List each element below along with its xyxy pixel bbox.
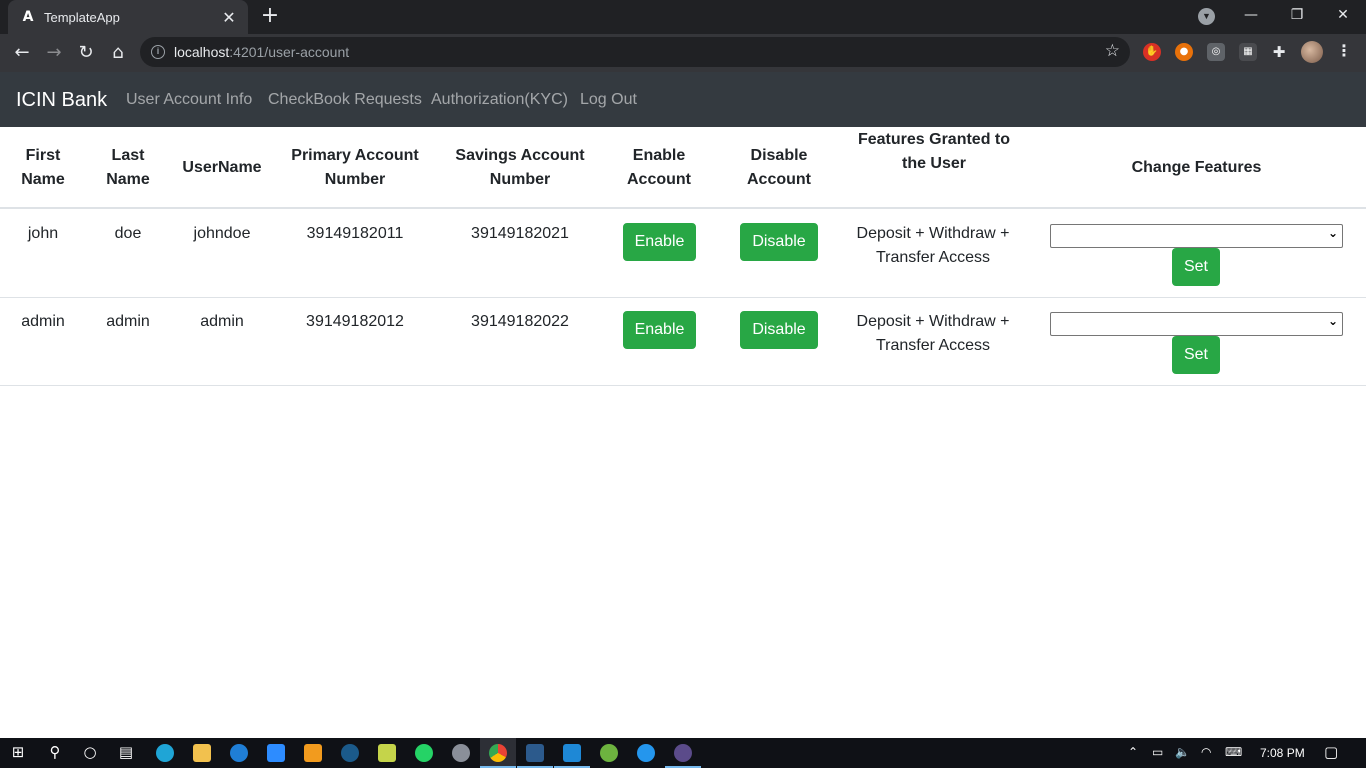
spring-tools-icon[interactable] <box>600 744 618 762</box>
nav-log-out[interactable]: Log Out <box>580 91 637 109</box>
notifications-icon[interactable]: ▢ <box>1324 743 1338 761</box>
header-primary-account: Primary Account Number <box>291 147 419 188</box>
search-icon[interactable]: ⚲ <box>44 743 66 761</box>
cell-savings-account: 39149182022 <box>471 313 569 330</box>
extension-icon[interactable]: ▦ <box>1239 43 1257 61</box>
extension-icon[interactable]: ● <box>1175 43 1193 61</box>
disable-button[interactable]: Disable <box>740 311 818 349</box>
set-button[interactable]: Set <box>1172 336 1220 374</box>
nav-checkbook-requests[interactable]: CheckBook Requests <box>268 91 422 109</box>
vscode-icon[interactable] <box>563 744 581 762</box>
cell-first-name: john <box>27 225 59 242</box>
adblock-extension-icon[interactable]: ✋ <box>1143 43 1161 61</box>
header-change-features: Change Features <box>1131 159 1262 176</box>
forward-icon[interactable]: → <box>42 41 66 65</box>
taskbar: ⊞ ⚲ ○ ▤ ⌃ ▭ 🔈 ◠ ⌨ 7:08 PM ▢ <box>0 738 1366 768</box>
header-features-granted: Features Granted to the User <box>857 131 1011 172</box>
edge-icon[interactable] <box>156 744 174 762</box>
table-row: john doe johndoe 39149182011 39149182021… <box>0 210 1366 298</box>
cortana-icon[interactable]: ○ <box>79 743 101 761</box>
features-select[interactable]: ⌄ <box>1050 224 1343 248</box>
home-icon[interactable]: ⌂ <box>106 41 130 65</box>
header-last-name: Last Name <box>106 147 150 188</box>
header-username: UserName <box>182 159 262 176</box>
tray-chevron-icon[interactable]: ⌃ <box>1128 745 1138 759</box>
new-tab-icon[interactable]: + <box>258 4 282 28</box>
url-text[interactable]: localhost:4201/user-account <box>174 44 349 60</box>
chevron-down-icon: ⌄ <box>1327 314 1338 328</box>
url-path: :4201/user-account <box>229 44 350 60</box>
brand[interactable]: ICIN Bank <box>16 89 107 112</box>
browser-tab[interactable]: A TemplateApp ✕ <box>8 0 248 34</box>
notepad-icon[interactable] <box>378 744 396 762</box>
cell-last-name: doe <box>114 225 142 242</box>
restore-icon[interactable]: ❐ <box>1274 0 1320 32</box>
chrome-icon[interactable] <box>489 744 507 762</box>
docker-icon[interactable] <box>637 744 655 762</box>
close-window-icon[interactable]: ✕ <box>1320 0 1366 32</box>
cell-primary-account: 39149182012 <box>306 313 404 330</box>
cell-primary-account: 39149182011 <box>306 225 404 242</box>
enable-button[interactable]: Enable <box>623 311 696 349</box>
chevron-down-icon: ⌄ <box>1327 226 1338 240</box>
keyboard-icon[interactable]: ⌨ <box>1225 745 1242 759</box>
cell-features: Deposit + Withdraw + Transfer Access <box>856 225 1010 266</box>
bookmark-star-icon[interactable]: ☆ <box>1105 41 1120 61</box>
browser-toolbar: ← → ↻ ⌂ i localhost:4201/user-account ☆ … <box>0 34 1366 72</box>
sublime-text-icon[interactable] <box>304 744 322 762</box>
cell-last-name: admin <box>106 313 150 330</box>
close-tab-icon[interactable]: ✕ <box>220 8 238 27</box>
back-icon[interactable]: ← <box>10 41 34 65</box>
cell-savings-account: 39149182021 <box>471 225 569 242</box>
extension-icon[interactable]: ◎ <box>1207 43 1225 61</box>
header-enable-account: Enable Account <box>627 147 691 188</box>
nav-authorization-kyc[interactable]: Authorization(KYC) <box>431 91 568 109</box>
cell-first-name: admin <box>21 313 65 330</box>
windows-start-icon[interactable]: ⊞ <box>7 743 29 761</box>
app-navbar: ICIN Bank User Account Info CheckBook Re… <box>0 72 1366 127</box>
tab-title: TemplateApp <box>44 9 120 25</box>
info-icon[interactable]: i <box>151 45 165 59</box>
taskbar-clock[interactable]: 7:08 PM <box>1260 746 1305 760</box>
angular-icon: A <box>22 9 34 25</box>
volume-icon[interactable]: 🔈 <box>1175 745 1190 759</box>
header-first-name: First Name <box>21 147 65 188</box>
mysql-workbench-icon[interactable] <box>526 744 544 762</box>
tab-search-icon[interactable]: ▼ <box>1198 8 1215 25</box>
url-host: localhost <box>174 44 230 60</box>
table-header: First Name Last Name UserName Primary Ac… <box>0 127 1366 209</box>
whatsapp-icon[interactable] <box>415 744 433 762</box>
puzzle-extensions-icon[interactable]: ✚ <box>1270 43 1288 61</box>
profile-avatar[interactable] <box>1301 41 1323 63</box>
steam-icon[interactable] <box>341 744 359 762</box>
address-bar[interactable]: i localhost:4201/user-account ☆ <box>140 37 1130 67</box>
nav-user-account-info[interactable]: User Account Info <box>126 91 252 109</box>
cell-username: admin <box>200 313 244 330</box>
battery-icon[interactable]: ▭ <box>1152 745 1163 759</box>
header-savings-account: Savings Account Number <box>455 147 585 188</box>
set-button[interactable]: Set <box>1172 248 1220 286</box>
cell-features: Deposit + Withdraw + Transfer Access <box>856 313 1010 354</box>
zoom-icon[interactable] <box>267 744 285 762</box>
browser-tab-strip: A TemplateApp ✕ + ▼ — ❐ ✕ <box>0 0 1366 34</box>
wifi-icon[interactable]: ◠ <box>1201 745 1211 759</box>
enable-button[interactable]: Enable <box>623 223 696 261</box>
minimize-icon[interactable]: — <box>1228 0 1274 32</box>
internet-explorer-icon[interactable] <box>230 744 248 762</box>
file-explorer-icon[interactable] <box>193 744 211 762</box>
reload-icon[interactable]: ↻ <box>74 41 98 65</box>
features-select[interactable]: ⌄ <box>1050 312 1343 336</box>
table-row: admin admin admin 39149182012 3914918202… <box>0 298 1366 386</box>
task-view-icon[interactable]: ▤ <box>115 743 137 761</box>
disable-button[interactable]: Disable <box>740 223 818 261</box>
browser-menu-icon[interactable]: ⋮ <box>1336 41 1352 60</box>
eclipse-icon[interactable] <box>674 744 692 762</box>
app-icon[interactable] <box>452 744 470 762</box>
header-disable-account: Disable Account <box>747 147 811 188</box>
cell-username: johndoe <box>193 225 251 242</box>
